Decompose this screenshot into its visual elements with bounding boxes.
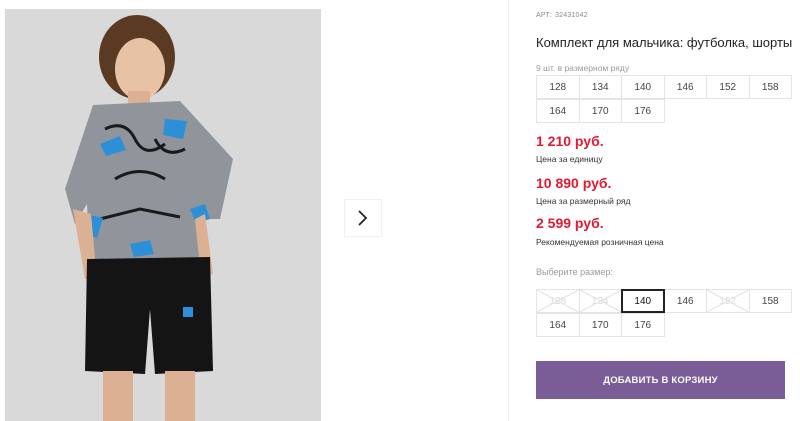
size-option-label: 170 — [591, 319, 609, 331]
size-option-label: 146 — [676, 295, 694, 307]
product-gallery — [0, 0, 509, 421]
size-option-label: 176 — [634, 319, 652, 331]
size-row-note: 9 шт. в размерном ряду — [536, 63, 630, 73]
size-row-grid: 128 134 140 146 152 158 164 170 176 — [536, 75, 792, 123]
size-row-cell: 170 — [578, 99, 622, 123]
chevron-right-icon — [358, 210, 368, 226]
size-selector: 128134 140 146 152 158 164 170 176 — [536, 289, 792, 337]
size-row-price: 10 890 руб. — [536, 175, 612, 191]
size-row-cell: 176 — [621, 99, 665, 123]
article-label: АРТ: — [536, 12, 553, 19]
recommended-retail-price-caption: Рекомендуемая розничная цена — [536, 237, 664, 247]
product-info: АРТ: 32431042 Комплект для мальчика: футб… — [536, 0, 796, 421]
next-image-button[interactable] — [344, 199, 382, 237]
size-row-cell: 164 — [536, 99, 580, 123]
size-row-cell: 152 — [706, 75, 750, 99]
size-option-164[interactable]: 164 — [536, 313, 580, 337]
product-photo[interactable] — [5, 9, 321, 421]
add-to-cart-button[interactable]: ДОБАВИТЬ В КОРЗИНУ — [536, 361, 785, 399]
size-option-134: 134 — [578, 289, 622, 313]
size-option-158[interactable]: 158 — [748, 289, 792, 313]
size-row-cell: 158 — [748, 75, 792, 99]
size-row-cell: 140 — [621, 75, 665, 99]
unit-price: 1 210 руб. — [536, 133, 604, 149]
size-row-price-caption: Цена за размерный ряд — [536, 196, 631, 206]
size-row-cell: 128 — [536, 75, 580, 99]
article-value: 32431042 — [555, 12, 588, 19]
size-select-label: Выберите размер: — [536, 267, 613, 277]
size-option-146[interactable]: 146 — [663, 289, 707, 313]
size-option-label: 164 — [549, 319, 567, 331]
size-option-176[interactable]: 176 — [621, 313, 665, 337]
unavailable-cross-icon — [707, 290, 749, 312]
size-option-128: 128 — [536, 289, 580, 313]
size-option-152: 152 — [706, 289, 750, 313]
recommended-retail-price: 2 599 руб. — [536, 215, 604, 231]
size-row-cell: 146 — [663, 75, 707, 99]
size-option-170[interactable]: 170 — [578, 313, 622, 337]
article-number: АРТ: 32431042 — [536, 12, 588, 19]
unavailable-cross-icon — [580, 290, 622, 312]
product-title: Комплект для мальчика: футболка, шорты — [536, 35, 793, 50]
size-option-140[interactable]: 140 — [621, 289, 665, 313]
unavailable-cross-icon — [537, 290, 579, 312]
size-option-label: 140 — [634, 295, 652, 307]
unit-price-caption: Цена за единицу — [536, 154, 603, 164]
size-option-label: 158 — [761, 295, 779, 307]
size-row-cell: 134 — [578, 75, 622, 99]
